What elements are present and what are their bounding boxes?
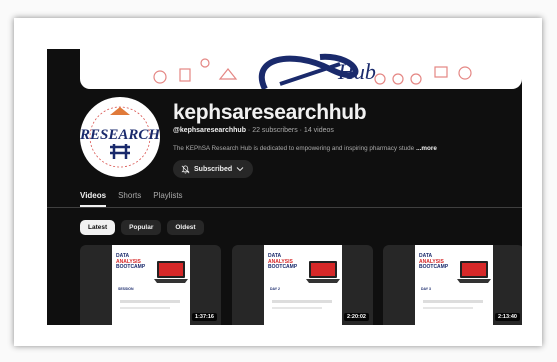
thumbnail-title: DATA ANALYSIS BOOTCAMP <box>116 253 146 270</box>
thumbnail-footer <box>120 300 180 303</box>
chip-latest[interactable]: Latest <box>80 220 116 235</box>
video-duration: 2:20:02 <box>344 313 369 321</box>
chevron-down-icon <box>236 167 244 172</box>
channel-description[interactable]: The KEPhSA Research Hub is dedicated to … <box>173 145 493 152</box>
video-duration: 2:13:40 <box>495 313 520 321</box>
bell-off-icon <box>181 165 190 173</box>
thumbnail-title: DATA ANALYSIS BOOTCAMP <box>268 253 298 270</box>
thumbnail-session: DAY 3 <box>421 287 431 291</box>
video-duration: 1:37:16 <box>192 313 217 321</box>
description-text: The KEPhSA Research Hub is dedicated to … <box>173 145 415 152</box>
channel-stats: · 22 subscribers · 14 videos <box>245 127 334 134</box>
banner-art: Hub <box>153 53 472 89</box>
laptop-icon <box>154 261 188 283</box>
channel-banner[interactable]: Hub <box>80 49 522 89</box>
thumbnail-footer-2 <box>120 307 170 309</box>
chip-popular[interactable]: Popular <box>121 220 162 235</box>
avatar-logo: RESEARCH <box>80 99 160 175</box>
thumbnail-footer-2 <box>423 307 473 309</box>
channel-tabs: Videos Shorts Playlists <box>80 191 183 207</box>
video-thumbnail: DATA ANALYSIS BOOTCAMP SESSION <box>112 245 190 325</box>
thumbnail-footer <box>272 300 332 303</box>
video-thumbnail: DATA ANALYSIS BOOTCAMP DAY 2 <box>264 245 342 325</box>
video-thumbnail: DATA ANALYSIS BOOTCAMP DAY 3 <box>415 245 493 325</box>
thumbnail-footer <box>423 300 483 303</box>
subscribed-label: Subscribed <box>194 165 233 173</box>
channel-name: kephsaresearchhub <box>173 101 367 124</box>
channel-handle: @kephsaresearchhub <box>173 127 246 134</box>
tab-videos[interactable]: Videos <box>80 191 107 207</box>
laptop-icon <box>306 261 340 283</box>
chip-oldest[interactable]: Oldest <box>167 220 204 235</box>
screenshot-frame: Hub RESEARCH kephsaresearchhub @kephsare… <box>0 0 557 362</box>
tab-playlists[interactable]: Playlists <box>153 191 182 207</box>
youtube-channel-page: Hub RESEARCH kephsaresearchhub @kephsare… <box>47 49 522 325</box>
thumbnail-session: SESSION <box>118 287 134 291</box>
avatar-text: RESEARCH <box>80 127 160 143</box>
thumbnail-footer-2 <box>272 307 322 309</box>
tabs-divider <box>47 207 522 208</box>
channel-avatar[interactable]: RESEARCH <box>80 97 160 177</box>
video-card[interactable]: DATA ANALYSIS BOOTCAMP SESSION 1:37:16 <box>80 245 221 325</box>
thumbnail-title: DATA ANALYSIS BOOTCAMP <box>419 253 449 270</box>
sort-chips: Latest Popular Oldest <box>80 220 204 235</box>
thumbnail-session: DAY 2 <box>270 287 280 291</box>
banner-text: Hub <box>337 59 376 84</box>
more-link[interactable]: ...more <box>416 145 437 152</box>
laptop-icon <box>457 261 491 283</box>
subscribed-button[interactable]: Subscribed <box>173 160 253 178</box>
tab-shorts[interactable]: Shorts <box>118 191 141 207</box>
video-card[interactable]: DATA ANALYSIS BOOTCAMP DAY 2 2:20:02 <box>232 245 373 325</box>
video-card[interactable]: DATA ANALYSIS BOOTCAMP DAY 3 2:13:40 <box>383 245 522 325</box>
channel-meta: @kephsaresearchhub · 22 subscribers · 14… <box>173 127 334 134</box>
